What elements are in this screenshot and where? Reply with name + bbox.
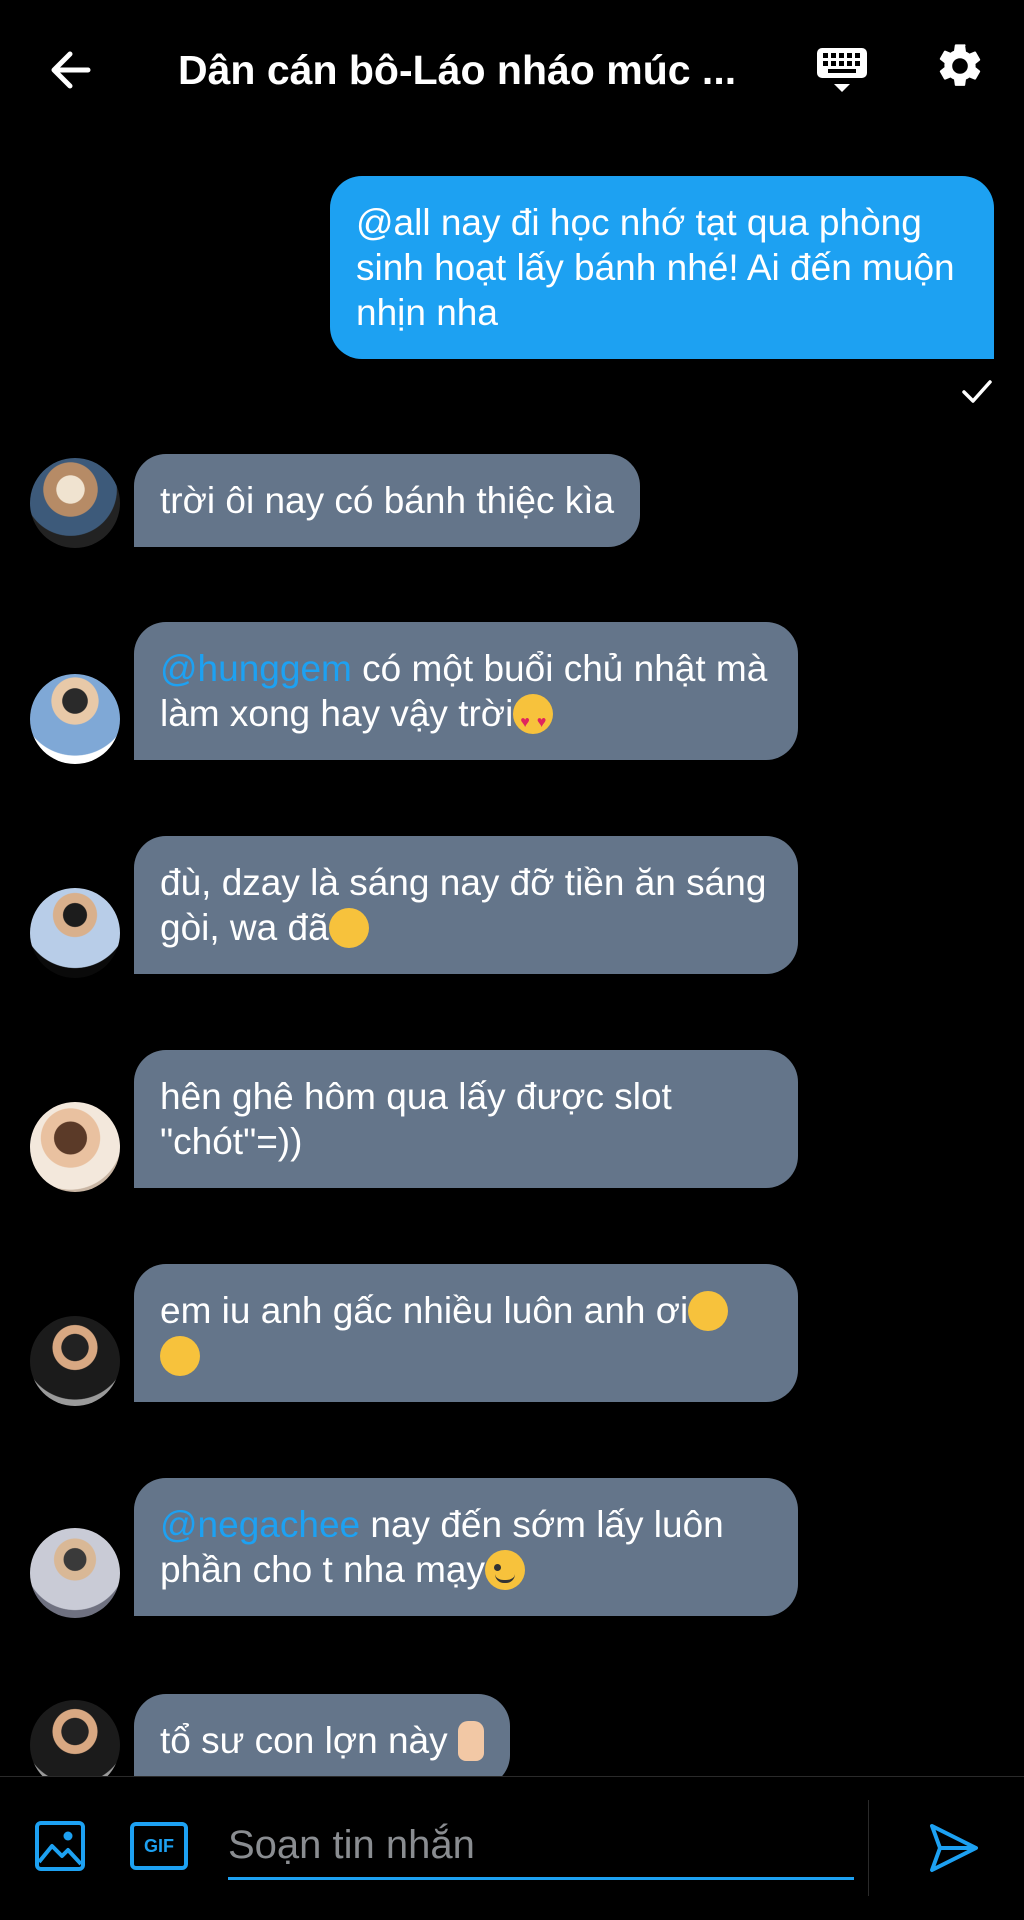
incoming-message[interactable]: tổ sư con lợn này <box>134 1694 510 1787</box>
sent-check-icon <box>962 380 992 403</box>
mention-link[interactable]: @hunggem <box>160 648 352 689</box>
avatar[interactable] <box>30 1316 120 1406</box>
hugging-emoji <box>328 908 369 948</box>
mention-link[interactable]: @negachee <box>160 1504 360 1545</box>
header: Dân cán bô-Láo nháo múc ... <box>0 0 1024 140</box>
message-text: trời ôi nay có bánh thiệc kìa <box>160 480 615 521</box>
divider <box>868 1800 869 1896</box>
incoming-message[interactable]: hên ghê hôm qua lấy được slot "chót"=)) <box>134 1050 798 1188</box>
incoming-message[interactable]: @hunggem có một buổi chủ nhật mà làm xon… <box>134 622 798 760</box>
message-text: tổ sư con lợn này <box>160 1720 448 1761</box>
keyboard-icon <box>817 48 867 92</box>
heart-eyes-emoji <box>513 694 554 745</box>
gif-button[interactable]: GIF <box>130 1822 188 1870</box>
outgoing-message[interactable]: @all nay đi học nhớ tạt qua phòng sinh h… <box>330 176 994 359</box>
kissing-emoji <box>160 1336 200 1376</box>
avatar[interactable] <box>30 1102 120 1192</box>
image-button[interactable] <box>34 1820 86 1872</box>
avatar[interactable] <box>30 1528 120 1618</box>
arrow-left-icon <box>51 51 91 89</box>
incoming-message[interactable]: em iu anh gấc nhiều luôn anh ơi <box>134 1264 798 1402</box>
gear-icon <box>939 44 981 86</box>
chat-screen: Dân cán bô-Láo nháo múc ... @all nay đi … <box>0 0 1024 1920</box>
send-icon <box>930 1824 978 1872</box>
settings-button[interactable] <box>934 40 994 100</box>
message-text: em iu anh gấc nhiều luôn anh ơi <box>160 1290 689 1331</box>
message-input[interactable] <box>228 1814 854 1880</box>
avatar[interactable] <box>30 458 120 548</box>
avatar[interactable] <box>30 674 120 764</box>
message-text: hên ghê hôm qua lấy được slot "chót"=)) <box>160 1076 672 1162</box>
message-text: đù, dzay là sáng nay đỡ tiền ăn sáng gòi… <box>160 862 767 948</box>
incoming-message[interactable]: đù, dzay là sáng nay đỡ tiền ăn sáng gòi… <box>134 836 798 974</box>
image-icon <box>35 1821 85 1871</box>
conversation-title: Dân cán bô-Láo nháo múc ... <box>178 47 737 93</box>
keyboard-button[interactable] <box>814 42 874 102</box>
wink-emoji <box>485 1550 525 1590</box>
message-text: @all nay đi học nhớ tạt qua phòng sinh h… <box>356 202 955 333</box>
send-button[interactable] <box>926 1820 982 1876</box>
incoming-message[interactable]: @negachee nay đến sớm lấy luôn phần cho … <box>134 1478 798 1616</box>
incoming-message[interactable]: trời ôi nay có bánh thiệc kìa <box>134 454 641 547</box>
avatar[interactable] <box>30 888 120 978</box>
back-button[interactable] <box>40 40 100 100</box>
kissing-emoji <box>688 1291 729 1331</box>
middle-finger-emoji <box>457 1721 484 1761</box>
